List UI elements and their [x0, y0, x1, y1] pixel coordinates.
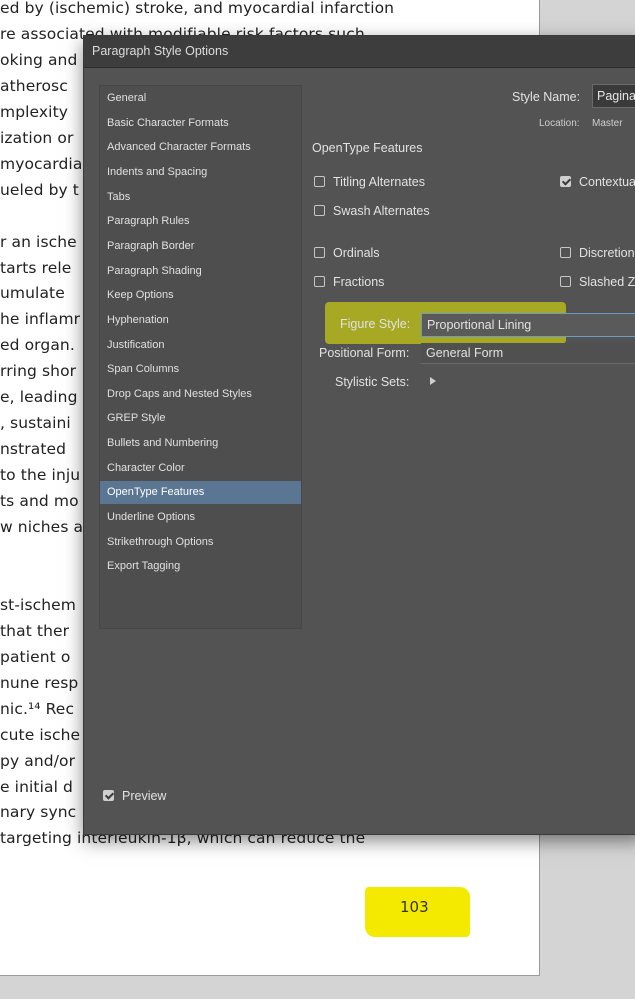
document-line: oking and	[0, 50, 78, 69]
document-line: r an ische	[0, 232, 77, 251]
document-line: nune resp	[0, 673, 79, 692]
sidebar-item-keep-options[interactable]: Keep Options	[100, 284, 301, 307]
slashed-zero-checkbox[interactable]	[560, 276, 571, 287]
sidebar-item-general[interactable]: General	[100, 87, 301, 110]
document-line: atherosc	[0, 76, 68, 95]
discretionary-ligatures-checkbox[interactable]	[560, 247, 571, 258]
document-line: patient o	[0, 647, 71, 666]
style-name-input[interactable]: Pagina	[592, 84, 635, 108]
document-line: nary sync	[0, 803, 77, 822]
sidebar-item-grep-style[interactable]: GREP Style	[100, 407, 301, 430]
document-line: that ther	[0, 621, 70, 640]
document-line: e initial d	[0, 777, 73, 796]
style-name-value: Pagina	[597, 89, 635, 103]
category-list: General Basic Character Formats Advanced C…	[99, 85, 302, 629]
sidebar-item-underline-options[interactable]: Underline Options	[100, 506, 301, 529]
positional-form-value: General Form	[426, 346, 504, 360]
sidebar-item-strikethrough-options[interactable]: Strikethrough Options	[100, 531, 301, 554]
document-line: rring shor	[0, 362, 77, 381]
document-line: he inflamr	[0, 310, 81, 329]
stylistic-sets-label: Stylistic Sets:	[335, 375, 410, 389]
sidebar-item-basic-character-formats[interactable]: Basic Character Formats	[100, 112, 301, 135]
page-number: 103	[400, 898, 429, 916]
swash-alternates-label: Swash Alternates	[333, 204, 430, 218]
sidebar-item-hyphenation[interactable]: Hyphenation	[100, 309, 301, 332]
discretionary-ligatures-label: Discretion	[579, 246, 635, 260]
slashed-zero-label: Slashed Z	[579, 275, 635, 289]
sidebar-item-drop-caps-and-nested-styles[interactable]: Drop Caps and Nested Styles	[100, 383, 301, 406]
document-line: ts and mo	[0, 492, 79, 511]
document-line: myocardia	[0, 154, 83, 173]
document-line: to the inju	[0, 466, 81, 485]
document-line: tarts rele	[0, 258, 72, 277]
fractions-label: Fractions	[333, 275, 385, 289]
sidebar-item-span-columns[interactable]: Span Columns	[100, 358, 301, 381]
document-line: nic.¹⁴ Rec	[0, 699, 75, 718]
sidebar-item-tabs[interactable]: Tabs	[100, 186, 301, 209]
figure-style-value: Proportional Lining	[427, 318, 532, 332]
figure-style-label: Figure Style:	[340, 317, 411, 331]
panel-heading: OpenType Features	[312, 141, 423, 155]
document-line: , sustaini	[0, 414, 71, 433]
document-line: e, leading	[0, 388, 78, 407]
style-name-label: Style Name:	[512, 90, 581, 104]
preview-checkbox[interactable]	[103, 790, 114, 801]
document-line: mplexity	[0, 102, 69, 121]
positional-form-dropdown[interactable]: General Form	[421, 343, 635, 364]
paragraph-style-options-dialog: Paragraph Style Options General Basic Cha…	[84, 36, 635, 834]
document-line: ueled by t	[0, 180, 79, 199]
document-line: ization or	[0, 128, 74, 147]
dialog-titlebar[interactable]: Paragraph Style Options	[84, 36, 635, 68]
positional-form-label: Positional Form:	[319, 346, 410, 360]
location-label: Location:	[539, 118, 580, 129]
ordinals-label: Ordinals	[333, 246, 380, 260]
sidebar-item-opentype-features[interactable]: OpenType Features	[100, 481, 301, 505]
ordinals-checkbox[interactable]	[314, 247, 325, 258]
document-line: ed by (ischemic) stroke, and myocardial …	[0, 0, 395, 17]
fractions-checkbox[interactable]	[314, 276, 325, 287]
contextual-alternates-checkbox[interactable]	[560, 176, 571, 187]
document-line: w niches a	[0, 518, 84, 536]
document-line: nstrated	[0, 440, 67, 459]
location-value: Master	[592, 118, 623, 129]
sidebar-item-indents-and-spacing[interactable]: Indents and Spacing	[100, 161, 301, 184]
document-line: py and/or	[0, 751, 76, 770]
titling-alternates-label: Titling Alternates	[333, 175, 425, 189]
expand-triangle-icon[interactable]	[430, 377, 436, 385]
dialog-title: Paragraph Style Options	[92, 44, 229, 58]
sidebar-item-advanced-character-formats[interactable]: Advanced Character Formats	[100, 136, 301, 159]
sidebar-item-justification[interactable]: Justification	[100, 334, 301, 357]
sidebar-item-paragraph-border[interactable]: Paragraph Border	[100, 235, 301, 258]
contextual-alternates-label: Contextua	[579, 175, 635, 189]
sidebar-item-export-tagging[interactable]: Export Tagging	[100, 555, 301, 578]
titling-alternates-checkbox[interactable]	[314, 176, 325, 187]
document-line: st-ischem	[0, 595, 77, 614]
preview-label: Preview	[122, 789, 167, 803]
sidebar-item-paragraph-rules[interactable]: Paragraph Rules	[100, 210, 301, 233]
swash-alternates-checkbox[interactable]	[314, 205, 325, 216]
document-line: cute ische	[0, 725, 81, 744]
sidebar-item-bullets-and-numbering[interactable]: Bullets and Numbering	[100, 432, 301, 455]
sidebar-item-paragraph-shading[interactable]: Paragraph Shading	[100, 260, 301, 283]
sidebar-item-character-color[interactable]: Character Color	[100, 457, 301, 480]
document-line: umulate	[0, 284, 65, 303]
document-line: ed organ.	[0, 336, 75, 355]
figure-style-dropdown[interactable]: Proportional Lining	[421, 313, 635, 337]
